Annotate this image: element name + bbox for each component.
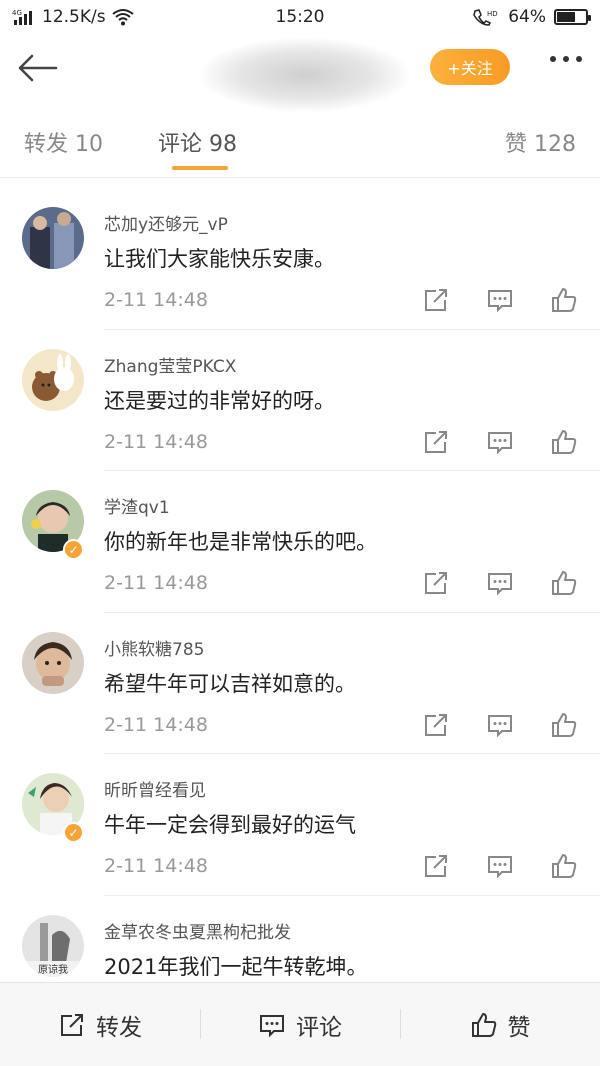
reply-icon[interactable] bbox=[486, 569, 514, 597]
share-icon bbox=[61, 1013, 83, 1036]
comment-time: 2-11 14:48 bbox=[104, 855, 208, 877]
comment-username[interactable]: 小熊软糖785 bbox=[104, 635, 204, 660]
comment-time: 2-11 14:48 bbox=[104, 430, 208, 453]
comment-text: 2021年我们一起牛转乾坤。 bbox=[104, 954, 368, 979]
comment-username[interactable]: 学渣qv1 bbox=[104, 493, 170, 518]
comment-item: 芯加y还够元_vP 让我们大家能快乐安康。 2-11 14:48 bbox=[0, 188, 600, 330]
nav-bar: +关注 bbox=[0, 34, 600, 112]
reply-icon[interactable] bbox=[486, 286, 514, 314]
avatar[interactable] bbox=[22, 631, 84, 694]
hd-call-icon: HD bbox=[473, 9, 498, 26]
repost-label: 转发 bbox=[96, 1014, 142, 1041]
comment-text: 希望牛年可以吉祥如意的。 bbox=[104, 671, 356, 696]
comment-text: 让我们大家能快乐安康。 bbox=[104, 247, 335, 271]
status-bar: 4G 12.5K/s 15:20 HD 64% bbox=[0, 0, 600, 34]
svg-text:HD: HD bbox=[487, 10, 498, 18]
status-right: HD 64% bbox=[472, 7, 591, 27]
comment-actions bbox=[422, 286, 578, 314]
like-icon[interactable] bbox=[550, 852, 578, 880]
more-dot-icon bbox=[550, 56, 556, 62]
like-icon[interactable] bbox=[550, 428, 578, 456]
share-icon[interactable] bbox=[422, 286, 450, 314]
comment-item: ✓ 昕昕曾经看见 牛年一定会得到最好的运气 2-11 14:48 bbox=[0, 754, 600, 896]
comment-actions bbox=[422, 569, 578, 597]
comment-time: 2-11 14:48 bbox=[104, 713, 208, 736]
share-icon[interactable] bbox=[422, 569, 450, 597]
like-icon[interactable] bbox=[550, 711, 578, 739]
avatar[interactable] bbox=[22, 207, 84, 269]
comment-time: 2-11 14:48 bbox=[104, 289, 208, 311]
back-arrow-icon bbox=[18, 54, 58, 82]
comment-item: ✓ 学渣qv1 你的新年也是非常快乐的吧。 2-11 14:48 bbox=[0, 471, 600, 613]
comment-username[interactable]: Zhang莹莹PKCX bbox=[104, 352, 236, 377]
reply-icon[interactable] bbox=[486, 428, 514, 456]
wifi-icon bbox=[111, 9, 134, 26]
thumbs-up-icon bbox=[471, 1012, 496, 1037]
bottom-toolbar: 转发 评论 赞 bbox=[0, 982, 600, 1066]
like-icon[interactable] bbox=[550, 286, 578, 314]
share-icon[interactable] bbox=[422, 852, 450, 880]
verified-badge-icon: ✓ bbox=[63, 822, 84, 843]
share-icon[interactable] bbox=[422, 711, 450, 739]
battery-fill bbox=[557, 12, 575, 22]
more-options-button[interactable] bbox=[550, 56, 582, 62]
comment-list: 芯加y还够元_vP 让我们大家能快乐安康。 2-11 14:48 Zhang莹莹… bbox=[0, 188, 600, 1037]
network-speed: 12.5K/s bbox=[42, 7, 106, 27]
comment-text: 还是要过的非常好的呀。 bbox=[104, 388, 335, 413]
blurred-title bbox=[200, 38, 410, 112]
follow-button[interactable]: +关注 bbox=[430, 49, 510, 85]
status-left: 4G 12.5K/s bbox=[12, 7, 134, 27]
like-label: 赞 bbox=[507, 1014, 531, 1041]
comment-item: Zhang莹莹PKCX 还是要过的非常好的呀。 2-11 14:48 bbox=[0, 330, 600, 471]
comment-username[interactable]: 芯加y还够元_vP bbox=[104, 210, 228, 235]
comment-actions bbox=[422, 711, 578, 739]
comment-time: 2-11 14:48 bbox=[104, 572, 208, 594]
tab-repost[interactable]: 转发 10 bbox=[24, 126, 103, 158]
like-icon[interactable] bbox=[550, 569, 578, 597]
avatar[interactable]: 原谅我 bbox=[22, 914, 84, 977]
comment-item: 小熊软糖785 希望牛年可以吉祥如意的。 2-11 14:48 bbox=[0, 613, 600, 754]
comment-actions bbox=[422, 852, 578, 880]
comment-actions bbox=[422, 428, 578, 456]
share-icon[interactable] bbox=[422, 428, 450, 456]
comment-label: 评论 bbox=[296, 1014, 342, 1041]
tab-bar: 转发 10 评论 98 赞 128 bbox=[0, 102, 600, 178]
battery-percent: 64% bbox=[508, 7, 546, 27]
comment-text: 你的新年也是非常快乐的吧。 bbox=[104, 530, 377, 554]
comment-icon bbox=[260, 1014, 284, 1037]
repost-button[interactable]: 转发 bbox=[0, 983, 200, 1066]
verified-badge-icon: ✓ bbox=[63, 539, 84, 560]
more-dot-icon bbox=[563, 56, 569, 62]
more-dot-icon bbox=[576, 56, 582, 62]
reply-icon[interactable] bbox=[486, 711, 514, 739]
back-button[interactable] bbox=[16, 46, 60, 90]
tab-indicator bbox=[172, 166, 228, 170]
like-button[interactable]: 赞 bbox=[400, 983, 600, 1066]
comment-button[interactable]: 评论 bbox=[200, 983, 400, 1066]
avatar-caption: 原谅我 bbox=[38, 963, 68, 976]
tab-likes[interactable]: 赞 128 bbox=[505, 126, 576, 158]
comment-text: 牛年一定会得到最好的运气 bbox=[104, 813, 356, 837]
signal-icon: 4G bbox=[12, 9, 32, 25]
avatar[interactable] bbox=[22, 348, 84, 411]
comment-username[interactable]: 昕昕曾经看见 bbox=[104, 776, 206, 801]
tab-comments[interactable]: 评论 98 bbox=[158, 126, 237, 158]
comment-username[interactable]: 金草农冬虫夏黑枸杞批发 bbox=[104, 918, 291, 943]
battery-icon bbox=[554, 9, 591, 25]
svg-text:4G: 4G bbox=[12, 9, 22, 17]
reply-icon[interactable] bbox=[486, 852, 514, 880]
